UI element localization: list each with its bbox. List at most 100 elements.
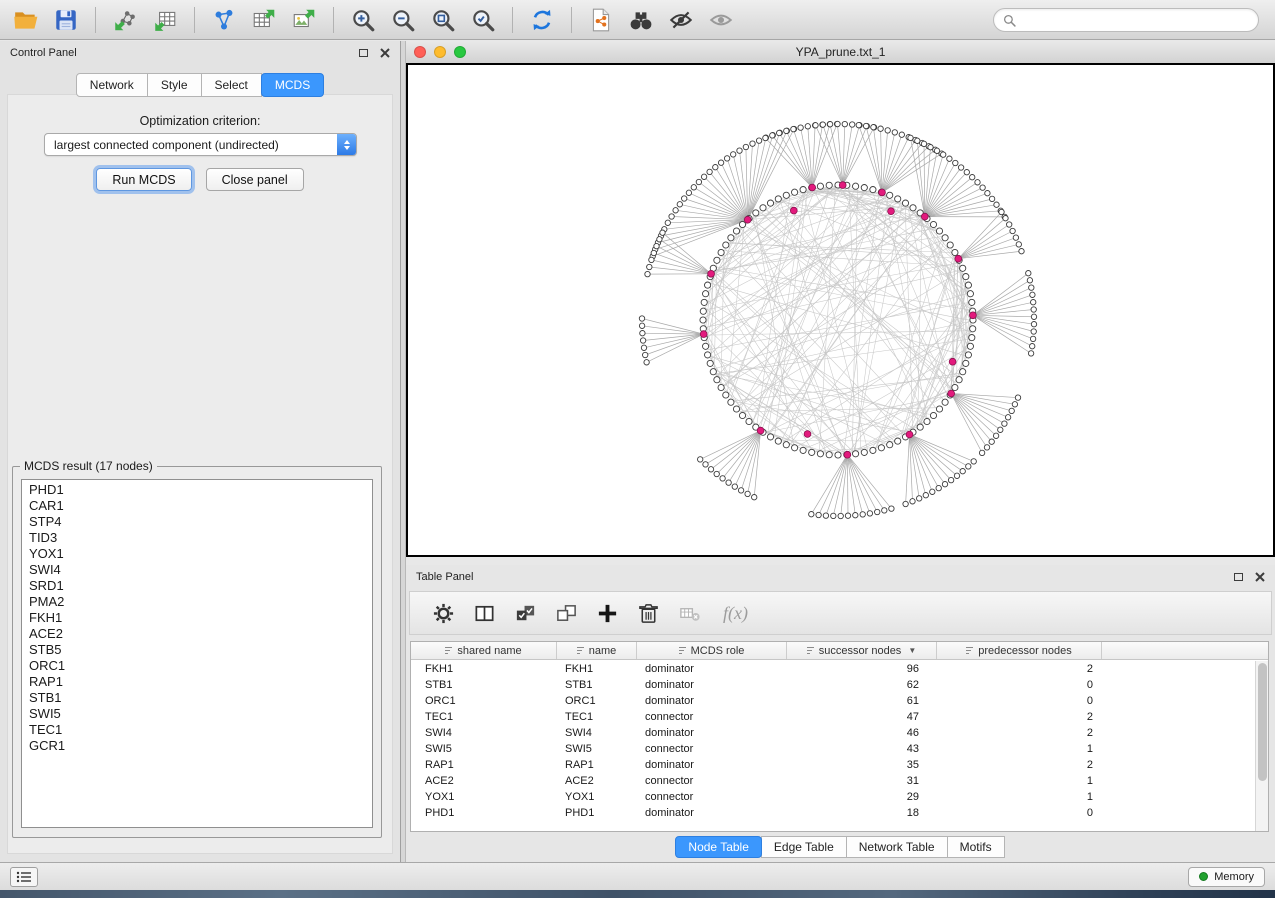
- table-row[interactable]: SWI4SWI4dominator462: [411, 725, 1255, 741]
- close-panel-icon[interactable]: [380, 48, 390, 58]
- scrollbar-thumb[interactable]: [1258, 663, 1267, 781]
- mcds-result-item[interactable]: CAR1: [22, 498, 372, 514]
- tab-select[interactable]: Select: [201, 73, 262, 97]
- hide-graphics-button[interactable]: [665, 4, 697, 36]
- share-document-button[interactable]: [585, 4, 617, 36]
- settings-gear-icon[interactable]: [432, 602, 455, 625]
- tab-network-table[interactable]: Network Table: [846, 836, 948, 858]
- add-row-icon[interactable]: [596, 602, 619, 625]
- eye-slash-icon: [668, 7, 694, 33]
- zoom-fit-button[interactable]: [427, 4, 459, 36]
- cell-name: ACE2: [557, 775, 637, 787]
- mcds-result-item[interactable]: GCR1: [22, 738, 372, 754]
- search-icon: [1003, 14, 1016, 27]
- cell-shared-name: PHD1: [411, 807, 557, 819]
- cell-shared-name: SWI5: [411, 743, 557, 755]
- refresh-button[interactable]: [526, 4, 558, 36]
- float-panel-icon[interactable]: [1234, 573, 1243, 581]
- column-header-shared-name[interactable]: shared name: [411, 642, 557, 659]
- mcds-result-item[interactable]: RAP1: [22, 674, 372, 690]
- tab-edge-table[interactable]: Edge Table: [761, 836, 847, 858]
- deselect-all-icon[interactable]: [555, 602, 578, 625]
- table-row[interactable]: ACE2ACE2connector311: [411, 773, 1255, 789]
- table-row[interactable]: SWI5SWI5connector431: [411, 741, 1255, 757]
- control-panel: Control Panel NetworkStyleSelectMCDS Opt…: [0, 41, 401, 862]
- search-network-button[interactable]: [625, 4, 657, 36]
- tab-mcds[interactable]: MCDS: [261, 73, 324, 97]
- select-all-icon[interactable]: [514, 602, 537, 625]
- mcds-result-item[interactable]: STP4: [22, 514, 372, 530]
- table-tabs: Node TableEdge TableNetwork TableMotifs: [406, 836, 1275, 858]
- export-table-button[interactable]: [248, 4, 280, 36]
- save-button[interactable]: [50, 4, 82, 36]
- status-bar: Memory: [0, 862, 1275, 890]
- mcds-result-list[interactable]: PHD1CAR1STP4TID3YOX1SWI4SRD1PMA2FKH1ACE2…: [21, 479, 373, 828]
- table-toolbar: f(x): [409, 591, 1272, 635]
- zoom-out-button[interactable]: [387, 4, 419, 36]
- cell-role: dominator: [637, 727, 787, 739]
- table-row[interactable]: STB1STB1dominator620: [411, 677, 1255, 693]
- table-row[interactable]: RAP1RAP1dominator352: [411, 757, 1255, 773]
- table-row[interactable]: TEC1TEC1connector472: [411, 709, 1255, 725]
- column-header-name[interactable]: name: [557, 642, 637, 659]
- toolbar-separator: [333, 7, 334, 33]
- mcds-result-item[interactable]: ACE2: [22, 626, 372, 642]
- export-image-button[interactable]: [288, 4, 320, 36]
- sort-direction-icon: ▼: [908, 646, 916, 655]
- close-panel-button[interactable]: Close panel: [206, 168, 304, 191]
- float-panel-icon[interactable]: [359, 49, 368, 57]
- cell-role: dominator: [637, 695, 787, 707]
- table-row[interactable]: PHD1PHD1dominator180: [411, 805, 1255, 821]
- criterion-dropdown[interactable]: largest connected component (undirected): [44, 133, 357, 156]
- network-canvas[interactable]: [406, 63, 1275, 557]
- close-panel-icon[interactable]: [1255, 572, 1265, 582]
- mcds-result-item[interactable]: STB5: [22, 642, 372, 658]
- tab-node-table[interactable]: Node Table: [675, 836, 762, 858]
- mcds-result-item[interactable]: FKH1: [22, 610, 372, 626]
- table-row[interactable]: YOX1YOX1connector291: [411, 789, 1255, 805]
- network-window-titlebar: YPA_prune.txt_1: [406, 41, 1275, 63]
- column-header-successor-nodes[interactable]: successor nodes▼: [787, 642, 937, 659]
- search-input[interactable]: [1022, 13, 1249, 27]
- mcds-result-item[interactable]: ORC1: [22, 658, 372, 674]
- node-table: shared namenameMCDS rolesuccessor nodes▼…: [410, 641, 1269, 832]
- mcds-result-item[interactable]: STB1: [22, 690, 372, 706]
- share-network-button[interactable]: [208, 4, 240, 36]
- table-row[interactable]: ORC1ORC1dominator610: [411, 693, 1255, 709]
- mcds-result-item[interactable]: YOX1: [22, 546, 372, 562]
- mcds-result-item[interactable]: SWI4: [22, 562, 372, 578]
- cell-name: ORC1: [557, 695, 637, 707]
- tab-motifs[interactable]: Motifs: [947, 836, 1005, 858]
- run-mcds-button[interactable]: Run MCDS: [96, 168, 191, 191]
- cell-role: dominator: [637, 807, 787, 819]
- cell-predecessors: 0: [937, 807, 1102, 819]
- search-box[interactable]: [993, 8, 1259, 32]
- mcds-result-item[interactable]: SWI5: [22, 706, 372, 722]
- mcds-result-item[interactable]: TEC1: [22, 722, 372, 738]
- export-image-icon: [291, 7, 317, 33]
- import-network-button[interactable]: [109, 4, 141, 36]
- mcds-result-item[interactable]: SRD1: [22, 578, 372, 594]
- tab-style[interactable]: Style: [147, 73, 202, 97]
- network-graph[interactable]: [408, 65, 1273, 555]
- mcds-result-item[interactable]: TID3: [22, 530, 372, 546]
- mcds-result-title: MCDS result (17 nodes): [20, 459, 157, 473]
- mcds-result-item[interactable]: PHD1: [22, 482, 372, 498]
- show-graphics-button[interactable]: [705, 4, 737, 36]
- delete-row-icon[interactable]: [637, 602, 660, 625]
- memory-button[interactable]: Memory: [1188, 867, 1265, 887]
- open-button[interactable]: [10, 4, 42, 36]
- zoom-in-button[interactable]: [347, 4, 379, 36]
- import-table-button[interactable]: [149, 4, 181, 36]
- column-header-predecessor-nodes[interactable]: predecessor nodes: [937, 642, 1102, 659]
- status-menu-button[interactable]: [10, 867, 38, 887]
- columns-icon[interactable]: [473, 602, 496, 625]
- tab-network[interactable]: Network: [76, 73, 148, 97]
- table-scrollbar[interactable]: [1255, 661, 1268, 831]
- mcds-result-item[interactable]: PMA2: [22, 594, 372, 610]
- column-header-mcds-role[interactable]: MCDS role: [637, 642, 787, 659]
- table-row[interactable]: FKH1FKH1dominator962: [411, 661, 1255, 677]
- list-menu-icon: [16, 871, 32, 883]
- cell-name: SWI5: [557, 743, 637, 755]
- zoom-selected-button[interactable]: [467, 4, 499, 36]
